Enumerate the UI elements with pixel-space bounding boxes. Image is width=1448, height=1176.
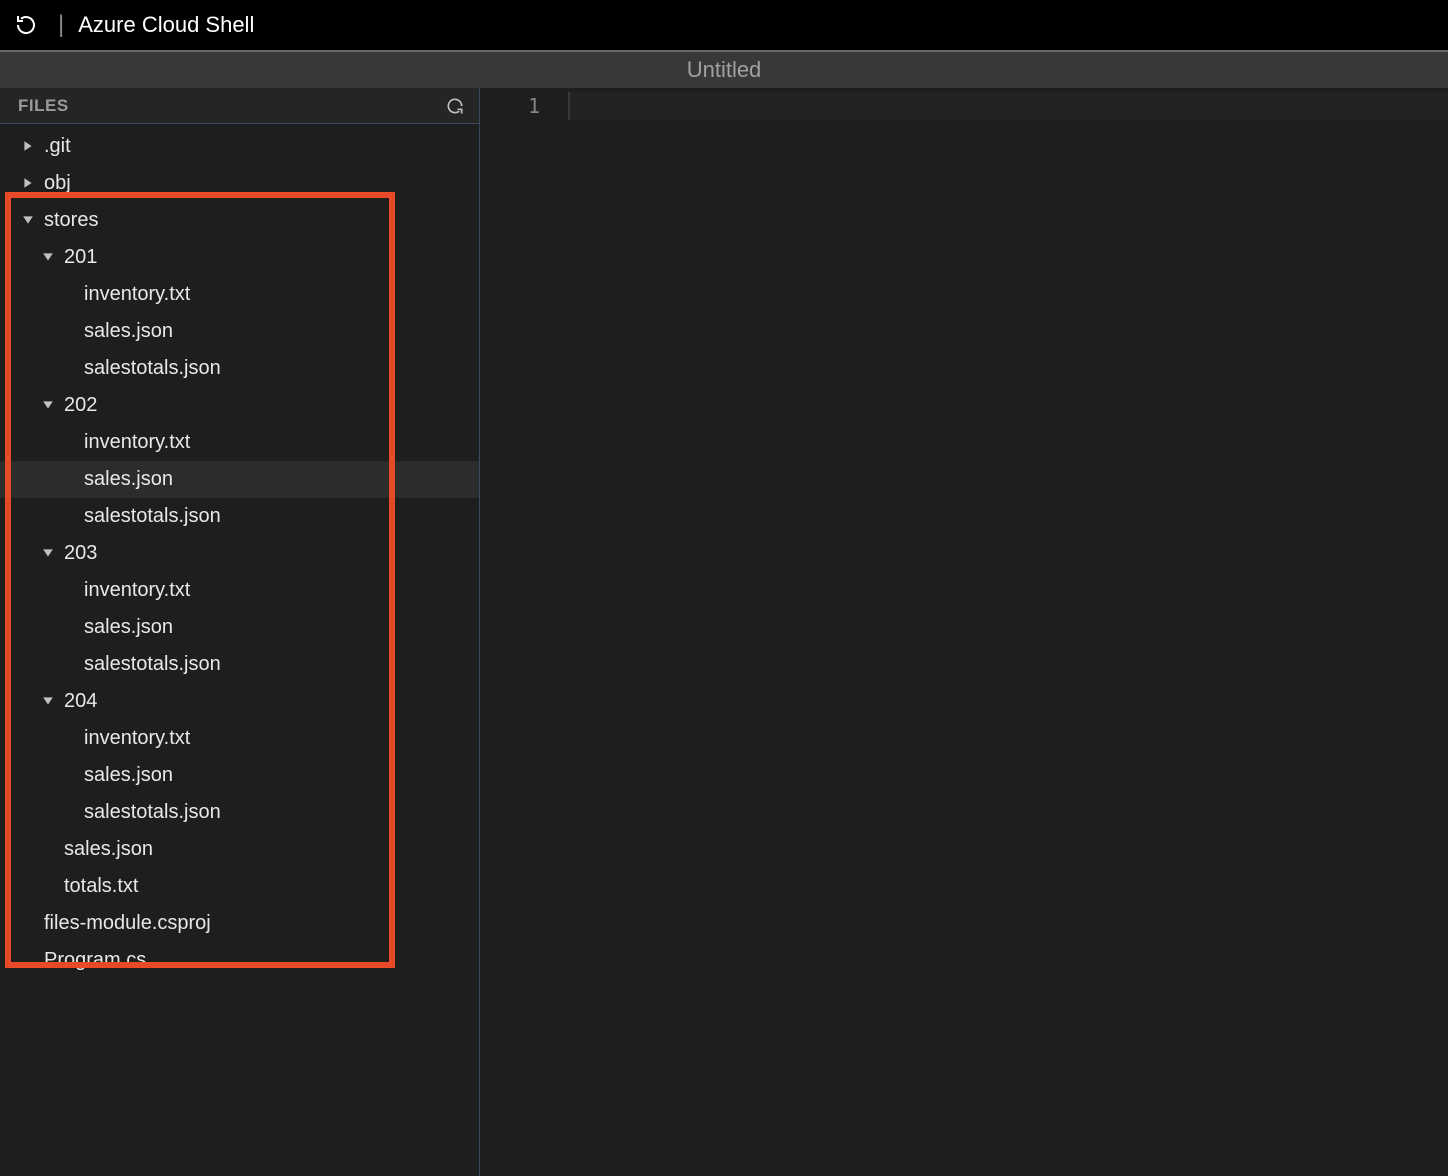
- tree-arrow-spacer: [62, 584, 76, 598]
- tree-arrow-spacer: [62, 769, 76, 783]
- tree-folder[interactable]: 203: [0, 535, 479, 572]
- tree-item-label: salestotals.json: [84, 357, 221, 380]
- tree-arrow-spacer: [62, 510, 76, 524]
- tree-folder[interactable]: obj: [0, 165, 479, 202]
- tree-item-label: sales.json: [84, 320, 173, 343]
- titlebar: | Azure Cloud Shell: [0, 0, 1448, 52]
- tree-item-label: sales.json: [64, 838, 153, 861]
- tree-folder[interactable]: 201: [0, 239, 479, 276]
- editor: 1: [480, 88, 1448, 1176]
- tree-arrow-spacer: [62, 436, 76, 450]
- tab-untitled[interactable]: Untitled: [687, 57, 762, 83]
- tree-folder[interactable]: stores: [0, 202, 479, 239]
- tree-arrow-spacer: [62, 473, 76, 487]
- chevron-right-icon[interactable]: [22, 177, 36, 191]
- file-tree: .git obj stores 201 inventory.txt sales.json s…: [0, 124, 479, 1176]
- tree-item-label: 202: [64, 394, 97, 417]
- tree-item-label: stores: [44, 209, 98, 232]
- tree-folder[interactable]: .git: [0, 128, 479, 165]
- tree-item-label: 204: [64, 690, 97, 713]
- chevron-down-icon[interactable]: [42, 251, 56, 265]
- tree-folder[interactable]: 204: [0, 683, 479, 720]
- tree-file[interactable]: inventory.txt: [0, 424, 479, 461]
- tree-arrow-spacer: [62, 288, 76, 302]
- tree-arrow-spacer: [22, 954, 36, 968]
- title-divider: |: [58, 11, 64, 39]
- tree-arrow-spacer: [62, 658, 76, 672]
- editor-content[interactable]: [568, 88, 1448, 1176]
- tree-file[interactable]: salestotals.json: [0, 794, 479, 831]
- tree-file[interactable]: files-module.csproj: [0, 905, 479, 942]
- tree-file[interactable]: Program.cs: [0, 942, 479, 979]
- tree-item-label: inventory.txt: [84, 431, 190, 454]
- tree-file[interactable]: salestotals.json: [0, 498, 479, 535]
- tree-item-label: Program.cs: [44, 949, 146, 972]
- tree-file[interactable]: salestotals.json: [0, 646, 479, 683]
- tree-file[interactable]: inventory.txt: [0, 276, 479, 313]
- tree-item-label: inventory.txt: [84, 579, 190, 602]
- tree-item-label: salestotals.json: [84, 505, 221, 528]
- tree-item-label: inventory.txt: [84, 727, 190, 750]
- chevron-down-icon[interactable]: [42, 399, 56, 413]
- tree-arrow-spacer: [62, 362, 76, 376]
- main: FILES .git obj stores 201 inventory.txt sales…: [0, 88, 1448, 1176]
- refresh-icon[interactable]: [445, 96, 465, 116]
- tree-item-label: inventory.txt: [84, 283, 190, 306]
- tree-item-label: sales.json: [84, 764, 173, 787]
- tree-file[interactable]: totals.txt: [0, 868, 479, 905]
- tree-file[interactable]: sales.json: [0, 831, 479, 868]
- tree-file[interactable]: sales.json: [0, 313, 479, 350]
- tree-item-label: sales.json: [84, 468, 173, 491]
- tree-file[interactable]: sales.json: [0, 609, 479, 646]
- editor-current-line: [568, 92, 1448, 120]
- tree-arrow-spacer: [62, 732, 76, 746]
- tree-arrow-spacer: [22, 917, 36, 931]
- tree-file[interactable]: inventory.txt: [0, 720, 479, 757]
- line-number: 1: [480, 92, 568, 120]
- tree-item-label: salestotals.json: [84, 653, 221, 676]
- tree-arrow-spacer: [62, 621, 76, 635]
- tree-folder[interactable]: 202: [0, 387, 479, 424]
- tree-arrow-spacer: [42, 843, 56, 857]
- chevron-down-icon[interactable]: [42, 547, 56, 561]
- sidebar-header: FILES: [0, 88, 479, 124]
- editor-gutter: 1: [480, 88, 568, 1176]
- sidebar: FILES .git obj stores 201 inventory.txt sales…: [0, 88, 480, 1176]
- tree-file[interactable]: salestotals.json: [0, 350, 479, 387]
- chevron-down-icon[interactable]: [42, 695, 56, 709]
- tree-item-label: files-module.csproj: [44, 912, 211, 935]
- tree-item-label: 201: [64, 246, 97, 269]
- chevron-down-icon[interactable]: [22, 214, 36, 228]
- tree-arrow-spacer: [62, 325, 76, 339]
- app-title: Azure Cloud Shell: [78, 12, 254, 38]
- tree-item-label: obj: [44, 172, 71, 195]
- tree-item-label: sales.json: [84, 616, 173, 639]
- chevron-right-icon[interactable]: [22, 140, 36, 154]
- tree-item-label: salestotals.json: [84, 801, 221, 824]
- tree-arrow-spacer: [62, 806, 76, 820]
- tree-file[interactable]: sales.json: [0, 757, 479, 794]
- tree-item-label: 203: [64, 542, 97, 565]
- tree-item-label: totals.txt: [64, 875, 138, 898]
- tree-arrow-spacer: [42, 880, 56, 894]
- tree-item-label: .git: [44, 135, 71, 158]
- tree-file[interactable]: sales.json: [0, 461, 479, 498]
- tree-file[interactable]: inventory.txt: [0, 572, 479, 609]
- restart-icon[interactable]: [12, 11, 40, 39]
- sidebar-title: FILES: [18, 96, 69, 116]
- tabbar: Untitled: [0, 52, 1448, 88]
